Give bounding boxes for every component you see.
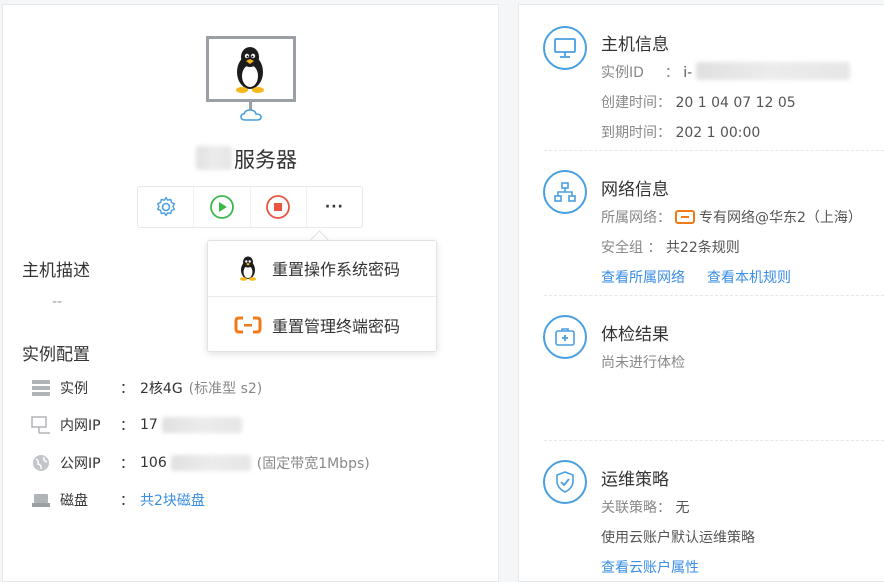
ops-policy-icon-circle xyxy=(543,460,587,504)
linux-penguin-icon xyxy=(236,47,264,93)
host-info-title: 主机信息 xyxy=(601,35,669,55)
server-title: 服务器 xyxy=(234,148,297,172)
host-description-value: -- xyxy=(52,294,63,310)
more-actions-dropdown: 重置操作系统密码 重置管理终端密码 xyxy=(207,240,437,352)
host-description-title: 主机描述 xyxy=(22,261,90,281)
network-topology-icon xyxy=(554,182,576,202)
config-row-disk: 磁盘 ： 共2块磁盘 xyxy=(30,488,205,512)
stop-icon xyxy=(266,195,291,219)
aliyun-logo-icon xyxy=(675,210,695,224)
config-row-private-ip: 内网IP ： 17 xyxy=(30,413,242,437)
section-divider xyxy=(544,295,884,296)
monitor-icon xyxy=(554,38,576,58)
config-row-public-ip: 公网IP ： 106 (固定带宽1Mbps) xyxy=(30,451,370,475)
instance-id-row: 实例ID ： i- xyxy=(601,65,693,81)
lan-icon xyxy=(31,416,50,434)
play-icon xyxy=(209,195,234,219)
redacted-private-ip xyxy=(161,417,242,433)
health-check-title: 体检结果 xyxy=(601,325,669,345)
security-group-row: 安全组 ： 共22条规则 xyxy=(601,240,740,256)
health-check-status: 尚未进行体检 xyxy=(601,355,685,371)
section-divider xyxy=(544,440,884,441)
redacted-public-ip xyxy=(170,455,251,471)
disk-count-link[interactable]: 共2块磁盘 xyxy=(140,490,205,510)
expire-time-row: 到期时间： 202 1 00:00 xyxy=(601,125,761,141)
view-account-link[interactable]: 查看云账户属性 xyxy=(601,557,699,577)
policy-row: 关联策略： 无 xyxy=(601,500,690,516)
disk-icon xyxy=(32,494,50,507)
view-network-link[interactable]: 查看所属网络 xyxy=(601,267,685,287)
section-divider xyxy=(544,150,884,151)
start-button[interactable] xyxy=(194,187,251,227)
instance-config-title: 实例配置 xyxy=(22,345,90,365)
settings-gear-icon xyxy=(156,196,175,217)
linux-penguin-icon xyxy=(240,256,256,281)
more-actions-button[interactable]: ··· xyxy=(307,187,362,227)
host-info-icon-circle xyxy=(543,26,587,70)
settings-button[interactable] xyxy=(138,187,195,227)
config-row-instance: 实例 ： 2核4G (标准型 s2) xyxy=(30,376,262,400)
stop-button[interactable] xyxy=(251,187,307,227)
menu-item-reset-os-password[interactable]: 重置操作系统密码 xyxy=(208,241,436,295)
server-rack-icon xyxy=(32,380,50,396)
health-check-icon-circle xyxy=(543,315,587,359)
health-kit-icon xyxy=(555,328,575,346)
more-icon: ··· xyxy=(324,199,344,215)
network-row: 所属网络： 专有网络@华东2（上海） xyxy=(601,210,862,226)
network-info-icon-circle xyxy=(543,170,587,214)
shield-check-icon xyxy=(556,471,574,493)
menu-divider xyxy=(208,296,436,297)
menu-item-reset-terminal-password[interactable]: 重置管理终端密码 xyxy=(208,298,436,352)
ops-policy-title: 运维策略 xyxy=(601,470,669,490)
created-time-row: 创建时间： 20 1 04 07 12 05 xyxy=(601,95,796,111)
network-info-title: 网络信息 xyxy=(601,180,669,200)
view-rules-link[interactable]: 查看本机规则 xyxy=(707,267,791,287)
cloud-icon xyxy=(240,109,262,121)
policy-description: 使用云账户默认运维策略 xyxy=(601,530,755,546)
globe-icon xyxy=(33,455,49,471)
action-toolbar: ··· xyxy=(137,186,363,228)
redacted-instance-id xyxy=(696,62,850,80)
aliyun-logo-icon xyxy=(234,316,262,334)
